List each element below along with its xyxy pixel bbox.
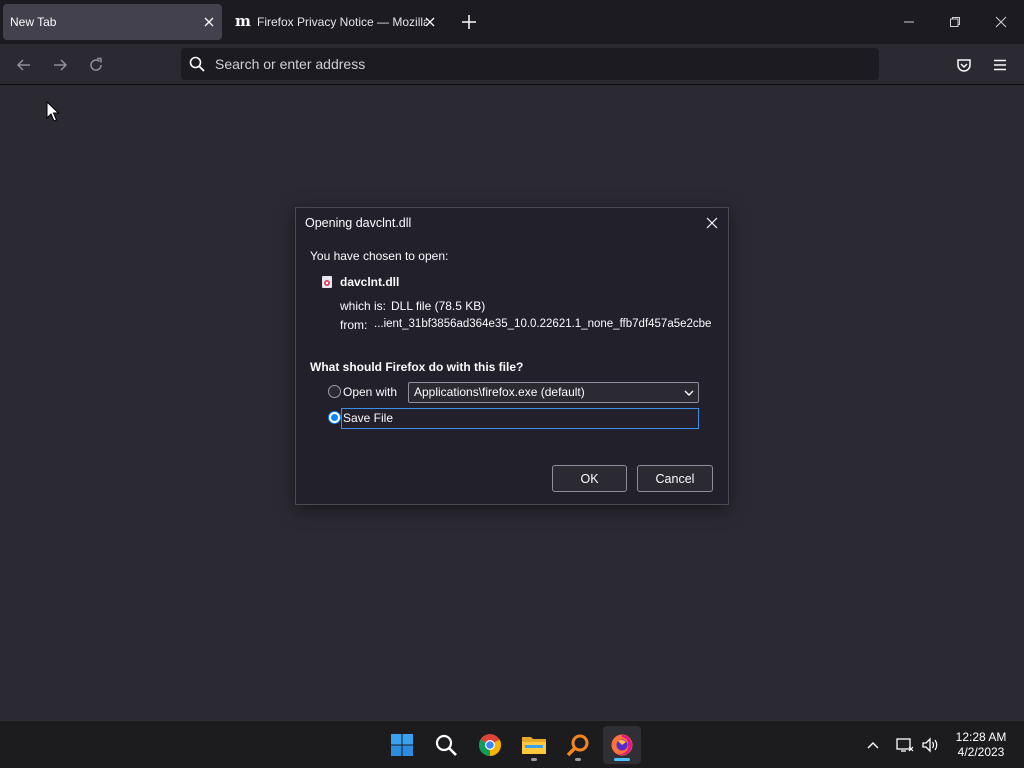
volume-icon[interactable]: [920, 735, 940, 755]
minimize-icon[interactable]: [897, 10, 921, 34]
search-icon: [189, 56, 205, 72]
dialog-close-icon[interactable]: [702, 213, 722, 233]
windows-taskbar: 12:28 AM 4/2/2023: [0, 720, 1024, 768]
clock-time: 12:28 AM: [955, 730, 1007, 744]
chrome-taskbar-button[interactable]: [471, 726, 509, 764]
close-window-icon[interactable]: [989, 10, 1013, 34]
file-source-value: ...ient_31bf3856ad364e35_10.0.22621.1_no…: [374, 318, 712, 330]
open-with-label[interactable]: Open with: [343, 385, 397, 399]
tab-label: New Tab: [10, 15, 57, 29]
chrome-icon: [479, 734, 501, 756]
tab-privacy-notice[interactable]: m Firefox Privacy Notice — Mozilla: [228, 4, 443, 40]
from-label: from:: [340, 318, 368, 332]
opening-file-dialog: Opening davclnt.dll You have chosen to o…: [295, 207, 729, 505]
network-icon[interactable]: [895, 735, 915, 755]
dialog-title: Opening davclnt.dll: [305, 216, 412, 230]
start-button[interactable]: [383, 726, 421, 764]
forward-arrow-icon[interactable]: [49, 54, 71, 76]
magnifier-app-taskbar-button[interactable]: [559, 726, 597, 764]
tab-strip: New Tab m Firefox Privacy Notice — Mozil…: [0, 0, 1024, 44]
cancel-button[interactable]: Cancel: [637, 465, 713, 492]
selected-app-value: Applications\firefox.exe (default): [414, 385, 585, 399]
firefox-taskbar-button[interactable]: [603, 726, 641, 764]
save-file-label: Save File: [343, 411, 394, 425]
clock-date: 4/2/2023: [957, 745, 1005, 759]
chosen-to-open-text: You have chosen to open:: [310, 249, 449, 263]
firefox-icon: [611, 734, 633, 756]
ok-button[interactable]: OK: [552, 465, 627, 492]
file-name: davclnt.dll: [340, 275, 400, 289]
restore-icon[interactable]: [943, 10, 967, 34]
chevron-down-icon: [684, 390, 694, 396]
file-type-value: DLL file (78.5 KB): [391, 299, 486, 313]
open-with-radio[interactable]: [328, 385, 341, 398]
menu-hamburger-icon[interactable]: [989, 54, 1011, 76]
nav-toolbar: [0, 44, 1024, 85]
which-is-label: which is:: [340, 299, 387, 313]
taskbar-search-button[interactable]: [427, 726, 465, 764]
dll-file-icon: [321, 275, 333, 289]
system-clock[interactable]: 12:28 AM 4/2/2023: [946, 730, 1016, 760]
address-bar[interactable]: [181, 48, 879, 80]
pocket-icon[interactable]: [953, 54, 975, 76]
mozilla-favicon-icon: m: [235, 12, 251, 30]
running-indicator: [575, 758, 581, 761]
new-tab-plus-icon[interactable]: [458, 11, 480, 33]
active-indicator: [614, 758, 630, 761]
save-file-radio[interactable]: [328, 411, 341, 424]
search-icon: [435, 734, 457, 756]
magnifier-app-icon: [566, 734, 589, 757]
back-arrow-icon[interactable]: [13, 54, 35, 76]
close-tab-icon[interactable]: [200, 13, 218, 31]
tab-new-tab[interactable]: New Tab: [3, 4, 222, 40]
action-question: What should Firefox do with this file?: [310, 360, 524, 374]
file-explorer-taskbar-button[interactable]: [515, 726, 553, 764]
mouse-cursor-icon: [46, 100, 60, 123]
reload-icon[interactable]: [85, 54, 107, 76]
show-hidden-icons-chevron-up-icon[interactable]: [863, 735, 883, 755]
running-indicator: [531, 758, 537, 761]
address-input[interactable]: [215, 52, 855, 76]
close-tab-icon[interactable]: [421, 13, 439, 31]
save-file-option[interactable]: Save File: [341, 408, 699, 429]
folder-icon: [522, 737, 546, 754]
tab-label: Firefox Privacy Notice — Mozilla: [257, 15, 427, 29]
open-with-app-select[interactable]: Applications\firefox.exe (default): [408, 382, 699, 403]
windows-logo-icon: [391, 734, 413, 756]
